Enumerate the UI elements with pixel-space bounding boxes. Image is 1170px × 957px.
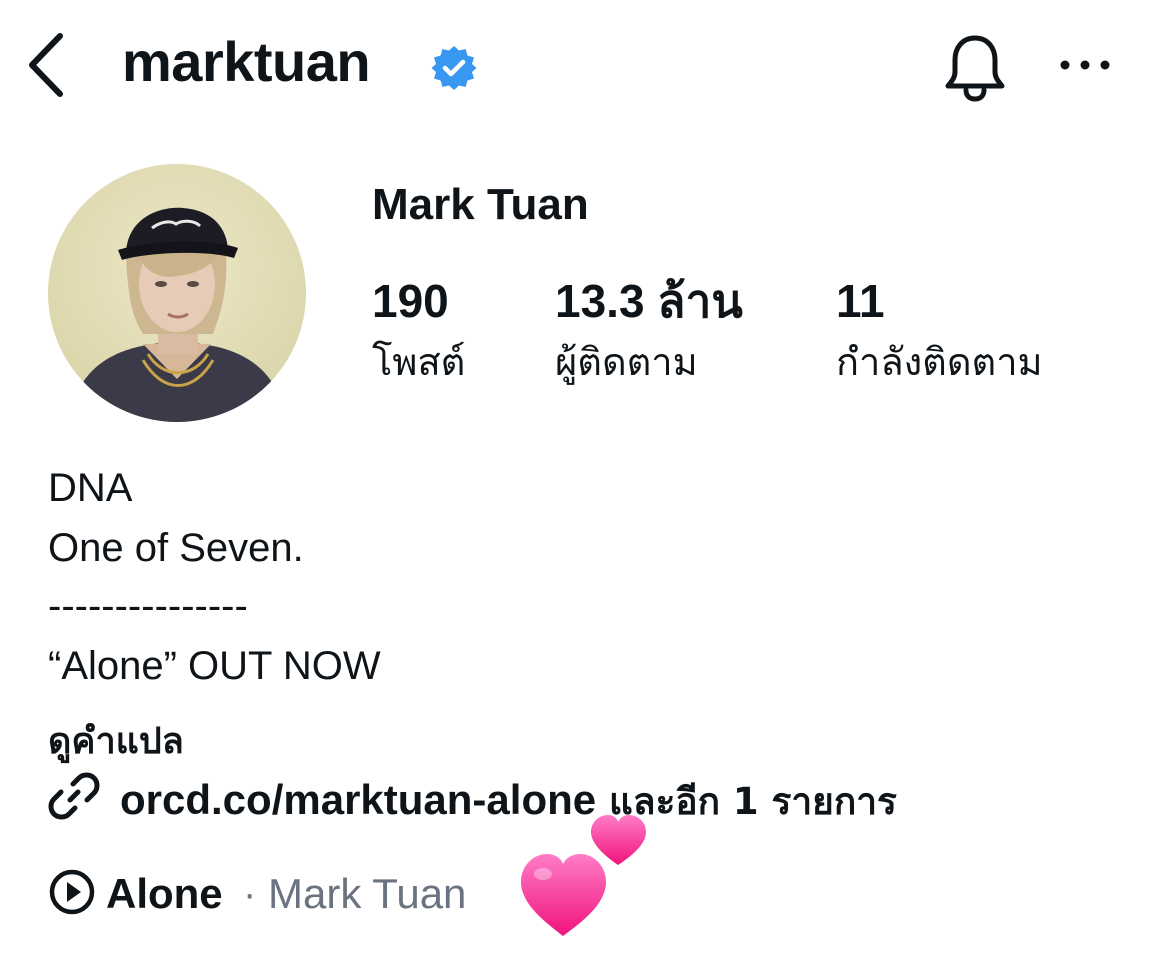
followers-label[interactable]: ผู้ติดตาม	[555, 343, 698, 381]
see-translation-link[interactable]: ดูคำแปล	[48, 712, 184, 769]
profile-link[interactable]: orcd.co/marktuan-alone และอีก 1 รายการ	[120, 772, 897, 831]
following-count[interactable]: 11	[836, 278, 885, 324]
bio-line-1: DNA	[48, 466, 133, 510]
posts-count[interactable]: 190	[372, 278, 449, 324]
profile-display-name: Mark Tuan	[372, 180, 589, 229]
verified-badge-icon	[431, 46, 477, 90]
following-label[interactable]: กำลังติดตาม	[836, 343, 1043, 381]
posts-label[interactable]: โพสต์	[372, 343, 465, 381]
music-separator: ·	[243, 872, 257, 916]
bio-line-2: One of Seven.	[48, 526, 304, 570]
play-circle-icon[interactable]	[48, 868, 96, 916]
more-options-icon[interactable]	[1058, 50, 1112, 80]
music-title[interactable]: Alone	[106, 870, 223, 918]
profile-username: marktuan	[122, 30, 371, 93]
link-icon	[48, 772, 100, 820]
followers-count[interactable]: 13.3 ล้าน	[555, 278, 743, 324]
profile-avatar[interactable]	[48, 164, 306, 422]
bio-divider: ---------------	[48, 584, 248, 628]
back-chevron-icon[interactable]	[22, 30, 72, 100]
avatar-photo	[48, 164, 306, 422]
bio-line-4: “Alone” OUT NOW	[48, 644, 381, 688]
notification-bell-icon[interactable]	[942, 32, 1008, 102]
two-hearts-icon	[521, 815, 646, 936]
music-artist[interactable]: Mark Tuan	[268, 870, 466, 918]
